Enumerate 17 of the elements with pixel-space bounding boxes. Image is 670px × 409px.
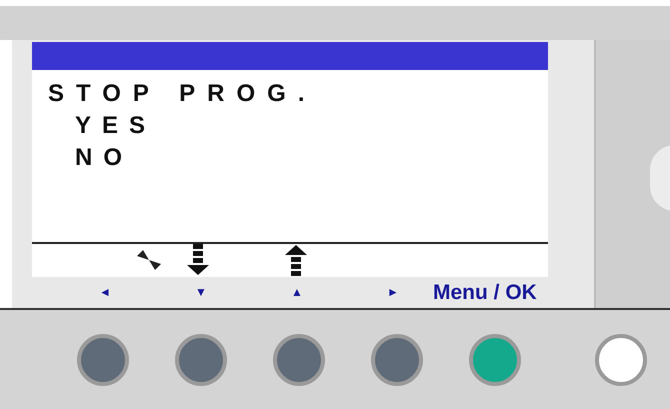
- key-label: ◄: [98, 284, 112, 302]
- key-label: ▲: [290, 284, 304, 302]
- up-arrow-icon: [284, 244, 308, 276]
- bowtie-icon: [136, 249, 162, 272]
- down-arrow-icon: [186, 244, 210, 276]
- round-button[interactable]: [469, 334, 521, 386]
- round-button[interactable]: [175, 334, 227, 386]
- round-button[interactable]: [371, 334, 423, 386]
- round-button[interactable]: [77, 334, 129, 386]
- round-button[interactable]: [273, 334, 325, 386]
- menu-option[interactable]: NO: [32, 142, 133, 174]
- key-label: ►: [386, 284, 400, 302]
- key-label: ▼: [194, 284, 208, 302]
- menu-ok-label: Menu / OK: [433, 280, 537, 306]
- screen-title-text: STOP PROG.: [47, 79, 318, 109]
- menu-option[interactable]: YES: [32, 110, 156, 142]
- round-button[interactable]: [595, 334, 647, 386]
